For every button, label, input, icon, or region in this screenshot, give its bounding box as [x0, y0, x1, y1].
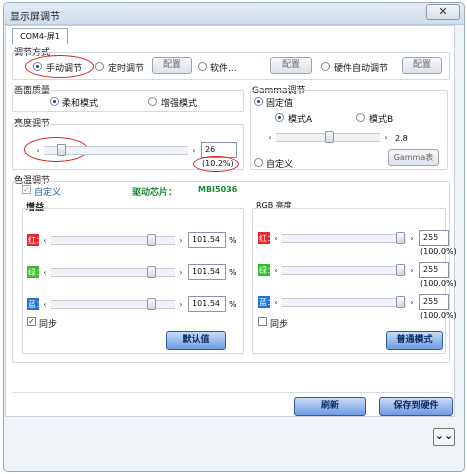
manual-radio[interactable]: [33, 62, 42, 71]
brightness-left-arrow[interactable]: ‹: [34, 146, 42, 155]
rgb-left-arrow-1[interactable]: ‹: [272, 266, 280, 275]
rgb-sync-checkbox[interactable]: [258, 317, 267, 326]
gamma-right-arrow[interactable]: ›: [382, 133, 390, 142]
gain-slider-track-2[interactable]: [51, 300, 175, 309]
rgb-slider-track-2[interactable]: [282, 298, 406, 307]
normal-mode-button[interactable]: 普通模式: [386, 331, 443, 350]
rgb-slider-thumb-2[interactable]: [396, 296, 405, 308]
quality-group: [12, 90, 244, 112]
gain-unit-1: %: [229, 268, 237, 277]
window-title: 显示屏调节: [10, 12, 60, 23]
soft-mode-label: 柔和模式: [62, 99, 99, 109]
manual-label: 手动调节: [46, 64, 83, 74]
software-radio[interactable]: [198, 62, 207, 71]
gain-slider-thumb-1[interactable]: [147, 266, 156, 278]
gain-left-arrow-0[interactable]: ‹: [41, 236, 49, 245]
gain-unit-0: %: [229, 236, 237, 245]
rgb-right-arrow-0[interactable]: ›: [408, 234, 416, 243]
gamma-fixed-radio[interactable]: [254, 97, 263, 106]
default-value-button[interactable]: 默认值: [166, 331, 226, 350]
rgb-slider-track-0[interactable]: [282, 234, 406, 243]
enhance-mode-radio[interactable]: [148, 97, 157, 106]
driver-chip-value: MBI5036: [198, 185, 238, 194]
rgb-percent-0: (100.0%): [420, 247, 457, 256]
rgb-left-arrow-2[interactable]: ‹: [272, 298, 280, 307]
gain-sync-checkbox[interactable]: ✓: [27, 317, 36, 326]
gain-right-arrow-0[interactable]: ›: [177, 236, 185, 245]
save-to-hardware-button[interactable]: 保存到硬件: [379, 397, 453, 416]
gain-slider-thumb-0[interactable]: [147, 234, 156, 246]
gain-sync-label: 同步: [39, 320, 58, 330]
rgb-percent-2: (100.0%): [420, 311, 457, 320]
rgb-slider-track-1[interactable]: [282, 266, 406, 275]
soft-mode-radio[interactable]: [50, 97, 59, 106]
software-config-button[interactable]: 配置: [270, 57, 312, 74]
tab-com4-screen1[interactable]: COM4-屏1: [12, 28, 68, 44]
gamma-fixed-label: 固定值: [266, 99, 294, 109]
timed-config-button[interactable]: 配置: [152, 57, 192, 74]
hardware-config-button[interactable]: 配置: [402, 57, 442, 74]
title-bar: 显示屏调节 ✕: [4, 3, 464, 25]
gain-right-arrow-2[interactable]: ›: [177, 300, 185, 309]
rgb-right-arrow-2[interactable]: ›: [408, 298, 416, 307]
driver-chip-label: 驱动芯片：: [132, 188, 178, 198]
gain-slider-thumb-2[interactable]: [147, 298, 156, 310]
gain-value-input-1[interactable]: 101.54: [188, 264, 226, 280]
close-button[interactable]: ✕: [426, 4, 460, 20]
timed-radio[interactable]: [95, 62, 104, 71]
gain-left-arrow-1[interactable]: ‹: [41, 268, 49, 277]
gamma-mode-a-label: 模式A: [288, 115, 313, 125]
hardware-radio[interactable]: [321, 62, 330, 71]
gamma-mode-b-label: 模式B: [369, 115, 394, 125]
rgb-sync-label: 同步: [270, 320, 289, 330]
gain-unit-2: %: [229, 300, 237, 309]
gain-right-arrow-1[interactable]: ›: [177, 268, 185, 277]
color-custom-checkbox[interactable]: ✓: [22, 185, 31, 194]
expand-icon[interactable]: ⌄⌄: [433, 428, 455, 446]
hardware-label: 硬件自动调节: [334, 64, 389, 74]
gain-value-input-2[interactable]: 101.54: [188, 296, 226, 312]
gamma-custom-label: 自定义: [266, 160, 294, 170]
rgb-left-arrow-0[interactable]: ‹: [272, 234, 280, 243]
rgb-slider-thumb-1[interactable]: [396, 264, 405, 276]
gain-value-input-0[interactable]: 101.54: [188, 232, 226, 248]
refresh-button[interactable]: 刷新: [294, 397, 366, 416]
rgb-slider-thumb-0[interactable]: [396, 232, 405, 244]
gamma-custom-radio[interactable]: [254, 158, 263, 167]
gamma-mode-a-radio[interactable]: [275, 113, 284, 122]
brightness-right-arrow[interactable]: ›: [190, 146, 198, 155]
gamma-value: 2.8: [395, 134, 408, 143]
rgb-value-input-1[interactable]: 255: [419, 262, 449, 278]
brightness-percent: (10.2%): [202, 159, 234, 168]
gamma-slider-thumb[interactable]: [325, 131, 334, 143]
gamma-table-button[interactable]: Gamma表: [388, 149, 439, 166]
timed-label: 定时调节: [108, 64, 145, 74]
gamma-mode-b-radio[interactable]: [356, 113, 365, 122]
enhance-mode-label: 增强模式: [161, 99, 198, 109]
rgb-value-input-0[interactable]: 255: [419, 230, 449, 246]
rgb-right-arrow-1[interactable]: ›: [408, 266, 416, 275]
gamma-left-arrow[interactable]: ‹: [266, 133, 274, 142]
rgb-percent-1: (100.0%): [420, 279, 457, 288]
brightness-slider-thumb[interactable]: [57, 144, 66, 156]
gain-left-arrow-2[interactable]: ‹: [41, 300, 49, 309]
gain-slider-track-1[interactable]: [51, 268, 175, 277]
rgb-value-input-2[interactable]: 255: [419, 294, 449, 310]
gain-slider-track-0[interactable]: [51, 236, 175, 245]
color-custom-label: 自定义: [34, 188, 62, 198]
software-label: 软件...: [210, 64, 237, 74]
